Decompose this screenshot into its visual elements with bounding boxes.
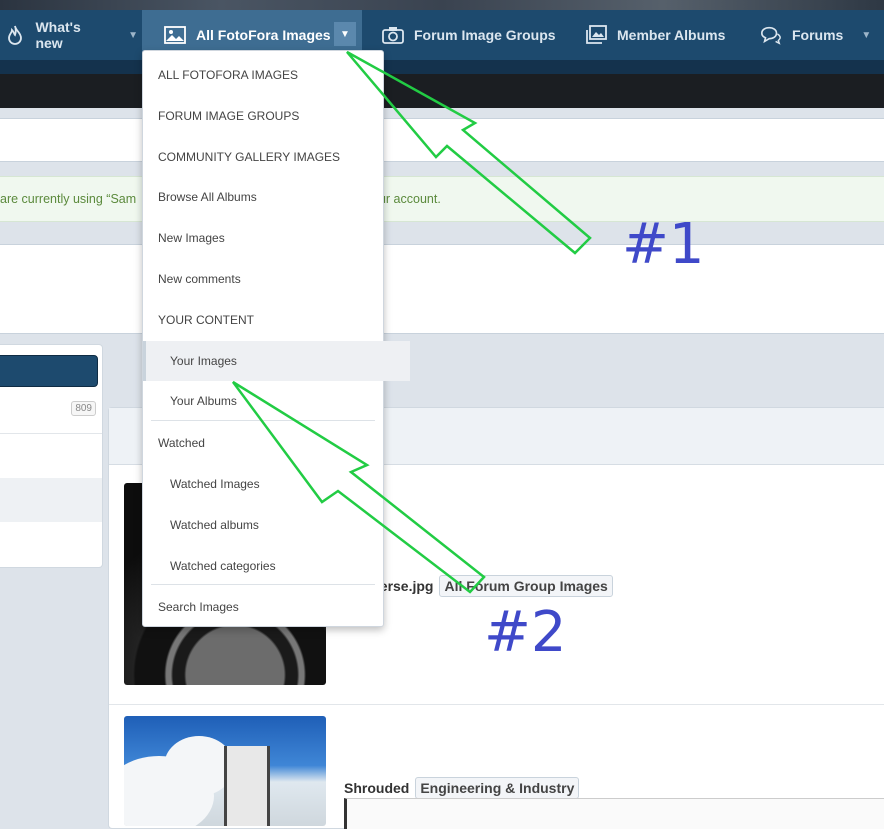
annotation-arrow-1: [346, 50, 592, 255]
annotation-arrow-2: [231, 380, 486, 594]
annotation-label-1: #1: [622, 212, 705, 277]
annotation-arrows: [231, 50, 592, 594]
annotation-label-2: #2: [484, 600, 567, 665]
